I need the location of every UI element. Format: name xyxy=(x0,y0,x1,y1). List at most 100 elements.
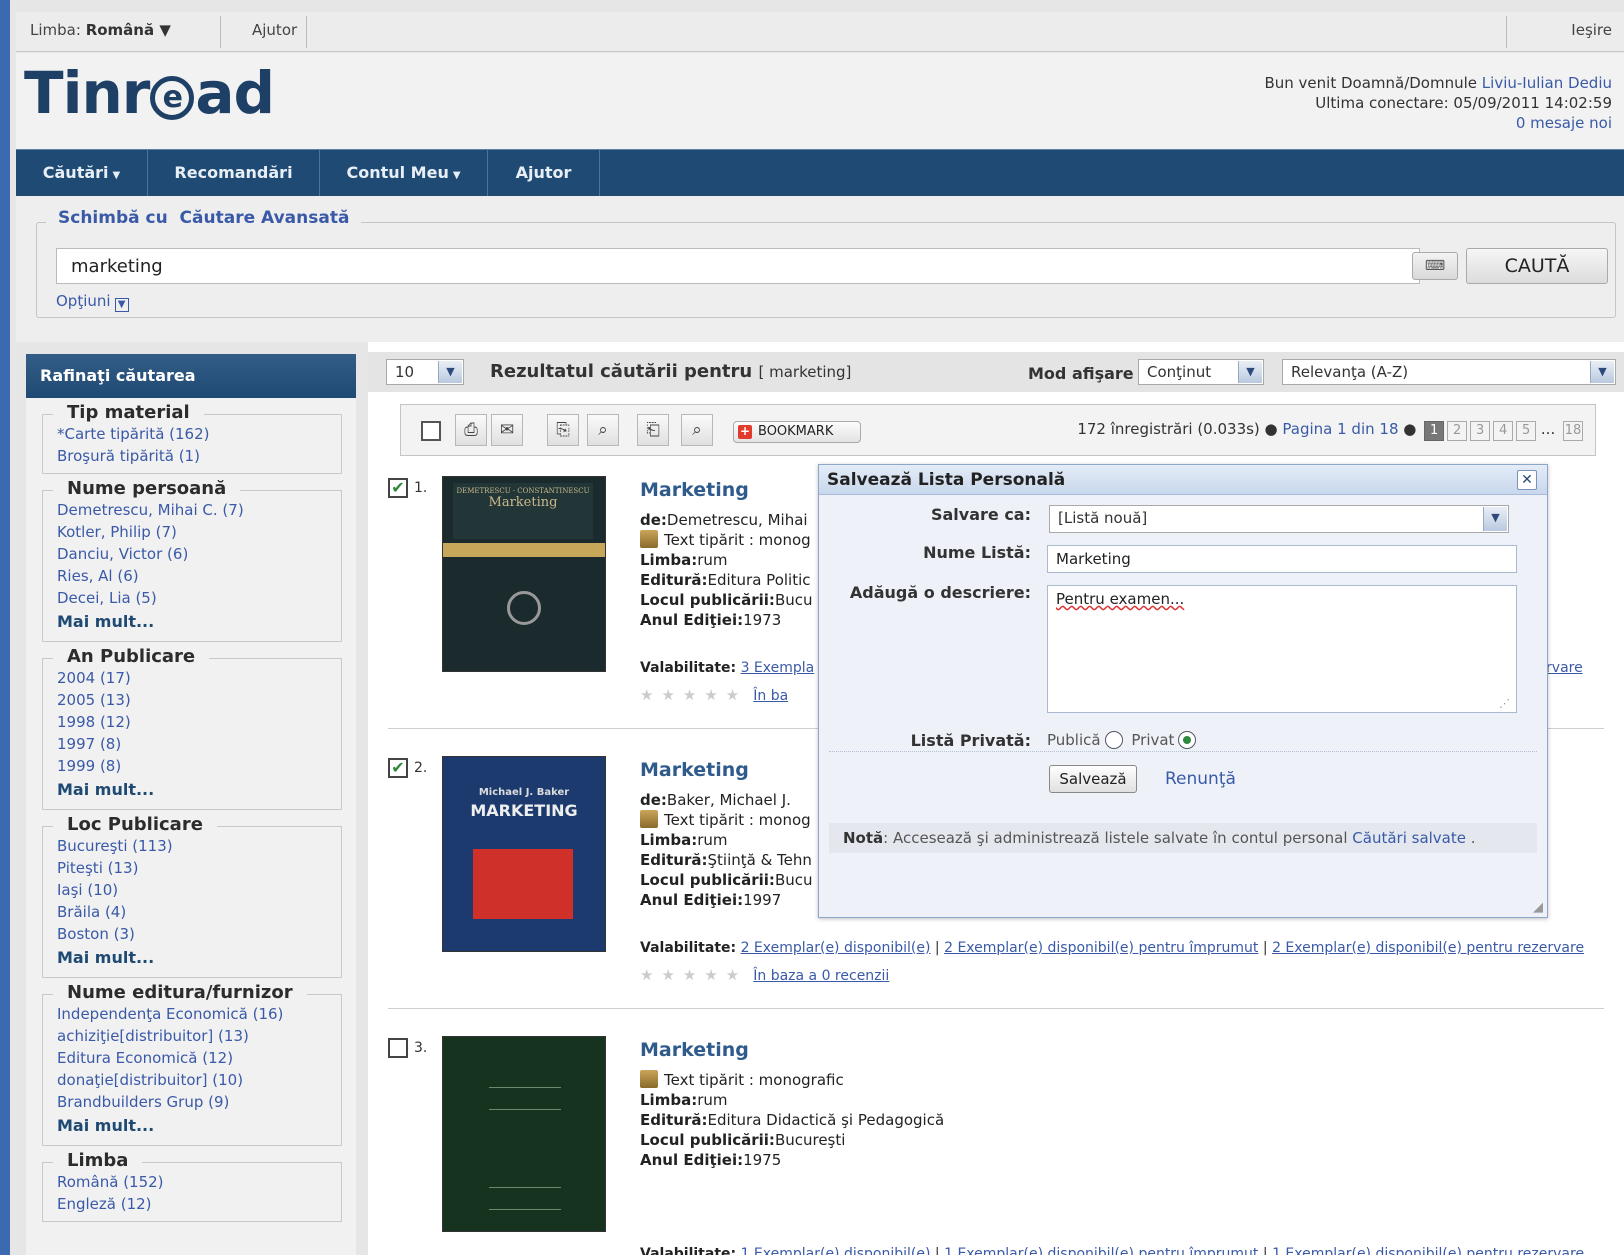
facet-item[interactable]: Engleză (12) xyxy=(57,1193,335,1215)
close-icon[interactable]: ✕ xyxy=(1517,470,1537,490)
nav-recommendations[interactable]: Recomandări xyxy=(148,150,320,196)
book-type-icon xyxy=(640,1070,658,1088)
record-checkbox[interactable]: ✔ xyxy=(388,478,408,498)
facet-item[interactable]: donaţie[distribuitor] (10) xyxy=(57,1069,335,1091)
nav-account-label: Contul Meu xyxy=(346,163,449,182)
display-mode-select[interactable]: Conţinut ▼ xyxy=(1138,359,1264,385)
options-toggle[interactable]: Opţiuni ▼ xyxy=(56,292,129,312)
book-cover-image[interactable]: Michael J. Baker MARKETING xyxy=(442,756,606,952)
page-button[interactable]: 5 xyxy=(1516,421,1537,441)
facet-item[interactable]: Ries, Al (6) xyxy=(57,565,335,587)
nav-searches[interactable]: Căutări ▼ xyxy=(16,150,148,196)
facet-item[interactable]: Brandbuilders Grup (9) xyxy=(57,1091,335,1113)
availability-link[interactable]: 1 Exemplar(e) disponibil(e) xyxy=(741,1246,931,1255)
facet-item[interactable]: 1997 (8) xyxy=(57,733,335,755)
facet-item[interactable]: Piteşti (13) xyxy=(57,857,335,879)
availability-link[interactable]: 2 Exemplar(e) disponibil(e) xyxy=(741,940,931,956)
facet-more-link[interactable]: Mai mult... xyxy=(57,1113,335,1139)
record-title-link[interactable]: Marketing xyxy=(640,479,749,501)
public-radio[interactable] xyxy=(1104,731,1123,749)
reservation-link[interactable]: 1 Exemplar(e) disponibil(e) pentru rezer… xyxy=(1272,1246,1584,1255)
bookmark-label: BOOKMARK xyxy=(758,424,834,439)
facet-item[interactable]: Decei, Lia (5) xyxy=(57,587,335,609)
logout-link[interactable]: Ieşire xyxy=(1571,21,1612,39)
nav-account[interactable]: Contul Meu ▼ xyxy=(320,150,488,196)
facet-item[interactable]: 1998 (12) xyxy=(57,711,335,733)
facet-item[interactable]: Editura Economică (12) xyxy=(57,1047,335,1069)
facet-item[interactable]: Brăila (4) xyxy=(57,901,335,923)
bookmark-button[interactable]: + BOOKMARK xyxy=(733,421,861,443)
facet-item[interactable]: Independenţa Economică (16) xyxy=(57,1003,335,1025)
list-name-input[interactable] xyxy=(1047,545,1517,573)
advanced-search-link[interactable]: Căutare Avansată xyxy=(180,208,350,228)
print-icon[interactable]: ⎙ xyxy=(455,414,487,446)
save-as-select[interactable]: [Listă nouă] ▼ xyxy=(1049,505,1509,533)
page-button[interactable]: 2 xyxy=(1447,421,1468,441)
results-title: Rezultatul căutării pentru [ marketing] xyxy=(490,361,851,382)
facet-more-link[interactable]: Mai mult... xyxy=(57,609,335,635)
app-frame: Limba: Română ▼ Ajutor Ieşire Tinr e ad Bu… xyxy=(0,0,1624,1255)
page-button[interactable]: 3 xyxy=(1470,421,1491,441)
description-textarea[interactable]: Pentru examen... ⋰ xyxy=(1047,585,1517,713)
loan-availability-link[interactable]: 2 Exemplar(e) disponibil(e) pentru împru… xyxy=(944,940,1258,956)
facet-more-link[interactable]: Mai mult... xyxy=(57,945,335,971)
facet-more-link[interactable]: Mai mult... xyxy=(57,777,335,803)
facet-item[interactable]: Danciu, Victor (6) xyxy=(57,543,335,565)
per-page-select[interactable]: 10 ▼ xyxy=(386,359,464,385)
facet-item[interactable]: *Carte tipărită (162) xyxy=(57,423,335,445)
facet-item[interactable]: Bucureşti (113) xyxy=(57,835,335,857)
save-list-icon[interactable]: ⎗ xyxy=(637,414,669,446)
resize-grip-icon[interactable]: ◢ xyxy=(1533,900,1543,915)
facet-item[interactable]: Iaşi (10) xyxy=(57,879,335,901)
facet-item[interactable]: Broşură tipărită (1) xyxy=(57,445,335,467)
export-icon[interactable]: ⎘ xyxy=(547,414,579,446)
facet-item[interactable]: 2004 (17) xyxy=(57,667,335,689)
record-title-link[interactable]: Marketing xyxy=(640,759,749,781)
place-label: Locul publicării: xyxy=(640,591,775,609)
facet-item[interactable]: 1999 (8) xyxy=(57,755,335,777)
record-checkbox[interactable] xyxy=(388,1038,408,1058)
facet-item[interactable]: Română (152) xyxy=(57,1171,335,1193)
virtual-keyboard-icon[interactable]: ⌨ xyxy=(1412,252,1458,280)
rating-stars[interactable]: ★★★★★ În ba xyxy=(640,686,788,704)
sort-select[interactable]: Relevanţa (A-Z) ▼ xyxy=(1282,359,1616,385)
email-icon[interactable]: ✉ xyxy=(491,414,523,446)
page-button[interactable]: 4 xyxy=(1493,421,1514,441)
facet-item[interactable]: Demetrescu, Mihai C. (7) xyxy=(57,499,335,521)
book-cover-image[interactable] xyxy=(442,1036,606,1232)
language-selector[interactable]: Limba: Română ▼ xyxy=(30,21,171,39)
saved-searches-link[interactable]: Căutări salvate xyxy=(1352,829,1466,847)
loan-availability-link[interactable]: 1 Exemplar(e) disponibil(e) pentru împru… xyxy=(944,1246,1258,1255)
tinread-logo[interactable]: Tinr e ad xyxy=(24,59,275,127)
reviews-link[interactable]: În baza a 0 recenzii xyxy=(753,968,889,984)
help-link[interactable]: Ajutor xyxy=(252,21,297,39)
nav-help[interactable]: Ajutor xyxy=(488,150,600,196)
page-button[interactable]: 1 xyxy=(1424,421,1445,441)
messages-link[interactable]: 0 mesaje noi xyxy=(1516,114,1612,132)
facet-item[interactable]: 2005 (13) xyxy=(57,689,335,711)
reviews-link[interactable]: În ba xyxy=(753,688,788,704)
rating-stars[interactable]: ★★★★★ În baza a 0 recenzii xyxy=(640,966,889,984)
page-button-last[interactable]: 18 xyxy=(1563,421,1583,441)
publisher-value: Editura Politic xyxy=(707,571,811,589)
search-input[interactable] xyxy=(56,248,1420,284)
availability-link[interactable]: 3 Exempla xyxy=(741,660,815,676)
private-radio[interactable] xyxy=(1178,731,1197,749)
facet-item[interactable]: Boston (3) xyxy=(57,923,335,945)
facet-item[interactable]: Kotler, Philip (7) xyxy=(57,521,335,543)
search-button[interactable]: CAUTĂ xyxy=(1466,248,1608,284)
record-checkbox[interactable]: ✔ xyxy=(388,758,408,778)
resize-handle-icon[interactable]: ⋰ xyxy=(1499,697,1510,710)
save-button[interactable]: Salvează xyxy=(1049,765,1137,793)
save-search-icon[interactable]: ⌕ xyxy=(587,414,619,446)
user-name-link[interactable]: Liviu-Iulian Dediu xyxy=(1482,74,1612,92)
cancel-link[interactable]: Renunţă xyxy=(1165,769,1236,789)
find-user-icon[interactable]: ⌕ xyxy=(681,414,713,446)
select-all-checkbox[interactable] xyxy=(421,421,441,441)
facet-item[interactable]: achiziţie[distribuitor] (13) xyxy=(57,1025,335,1047)
book-cover-image[interactable]: DEMETRESCU · CONSTANTINESCU Marketing xyxy=(442,476,606,672)
reservation-link[interactable]: 2 Exemplar(e) disponibil(e) pentru rezer… xyxy=(1272,940,1584,956)
publisher-label: Editură: xyxy=(640,571,708,589)
record-title-link[interactable]: Marketing xyxy=(640,1039,749,1061)
options-label: Opţiuni xyxy=(56,292,111,310)
